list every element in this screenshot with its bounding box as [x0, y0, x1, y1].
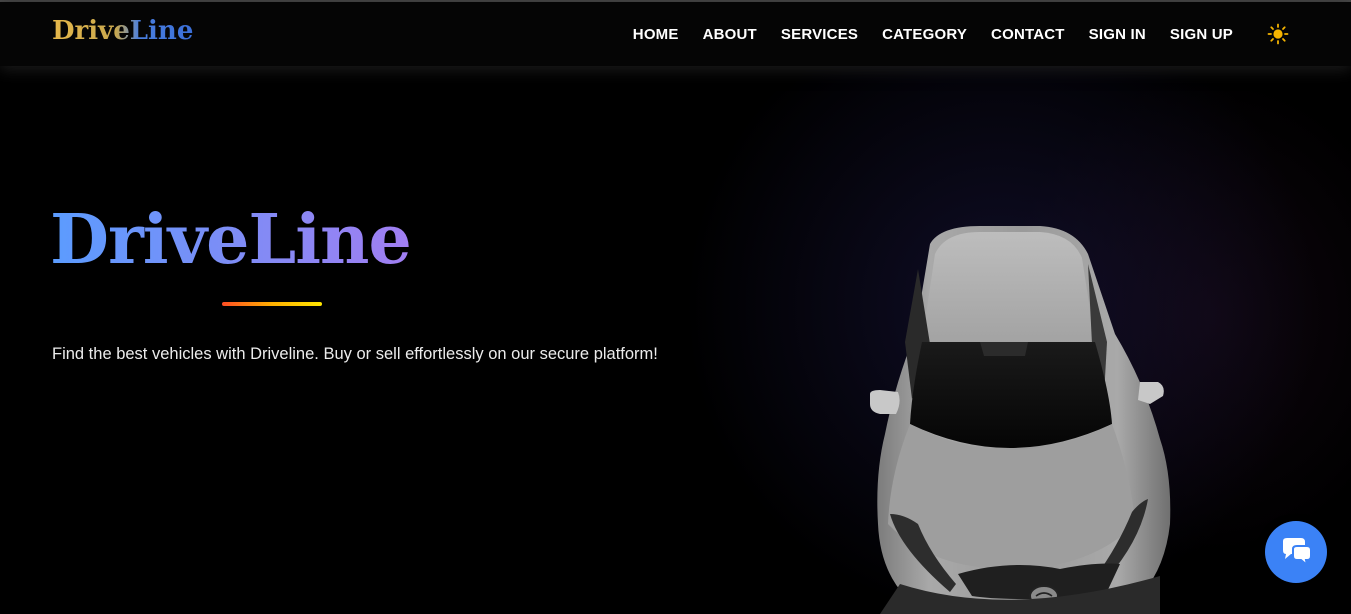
hero-title: DriveLine — [50, 200, 412, 280]
nav-about-link[interactable]: ABOUT — [703, 26, 757, 43]
chat-icon — [1283, 538, 1312, 567]
nav-links: HOME ABOUT SERVICES CATEGORY CONTACT SIG… — [633, 2, 1351, 66]
navbar: DriveLine HOME ABOUT SERVICES CATEGORY C… — [0, 2, 1351, 66]
brand-logo[interactable]: DriveLine — [52, 16, 193, 46]
nav-sign-up-link[interactable]: SIGN UP — [1170, 26, 1233, 43]
sun-icon[interactable] — [1267, 23, 1289, 45]
nav-contact-link[interactable]: CONTACT — [991, 26, 1065, 43]
nav-category-link[interactable]: CATEGORY — [882, 26, 967, 43]
hero-tagline: Find the best vehicles with Driveline. B… — [52, 345, 658, 363]
nav-services-link[interactable]: SERVICES — [781, 26, 858, 43]
car-image — [870, 226, 1171, 614]
chat-button[interactable] — [1265, 521, 1327, 583]
nav-sign-in-link[interactable]: SIGN IN — [1089, 26, 1146, 43]
title-underline — [222, 302, 322, 306]
nav-home-link[interactable]: HOME — [633, 26, 679, 43]
hero-section: DriveLine Find the best vehicles with Dr… — [0, 66, 1351, 614]
